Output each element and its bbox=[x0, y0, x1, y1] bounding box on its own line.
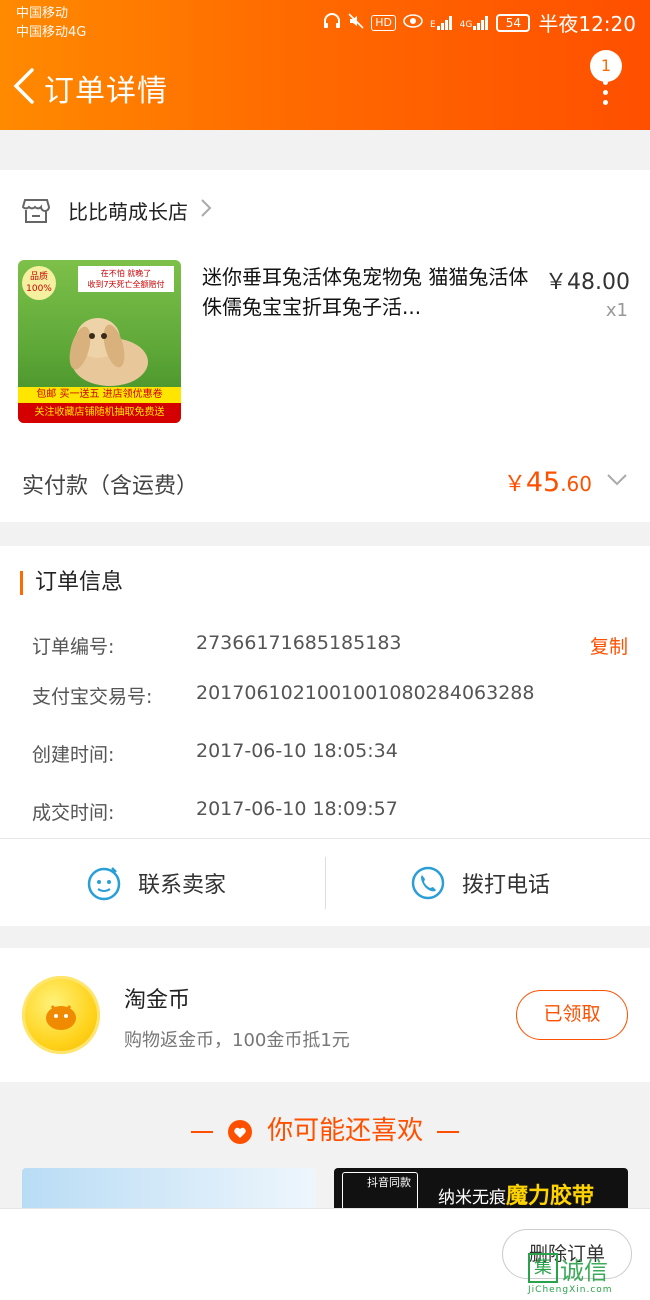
coin-subtitle: 购物返金币，100金币抵1元 bbox=[124, 1030, 350, 1051]
image-promo-2: 关注收藏店铺随机抽取免费送 bbox=[18, 403, 181, 423]
contact-seller-button[interactable]: 联系卖家 bbox=[86, 839, 226, 927]
quality-tag: 品质100% bbox=[22, 266, 56, 300]
shop-link[interactable]: 比比萌成长店 bbox=[22, 196, 212, 225]
mute-icon bbox=[348, 12, 364, 33]
carrier-info: 中国移动 中国移动4G bbox=[16, 4, 86, 42]
order-info-title: 订单信息 bbox=[20, 571, 123, 595]
deal-time-label: 成交时间: bbox=[32, 802, 115, 824]
shop-name: 比比萌成长店 bbox=[68, 200, 188, 224]
chevron-right-icon bbox=[200, 198, 212, 224]
alipay-trade-value: 2017061021001001080284063288 bbox=[196, 682, 535, 704]
order-number-label: 订单编号: bbox=[32, 636, 115, 658]
more-dots-icon bbox=[603, 80, 608, 110]
watermark: 集 诚信 JiChengXin.com bbox=[528, 1253, 644, 1299]
recommend-item-1[interactable] bbox=[22, 1168, 316, 1210]
douyin-tag: 抖音同款 bbox=[342, 1172, 418, 1210]
coin-title: 淘金币 bbox=[124, 988, 191, 1013]
carrier-1: 中国移动 bbox=[16, 6, 69, 21]
call-phone-label: 拨打电话 bbox=[462, 873, 551, 898]
bottom-action-bar: 删除订单 集 诚信 JiChengXin.com bbox=[0, 1208, 650, 1300]
recommend-section: 你可能还喜欢 抖音同款 纳米无痕魔力胶带 bbox=[0, 1100, 650, 1210]
chevron-left-icon bbox=[13, 68, 34, 104]
expand-chevron-icon[interactable] bbox=[606, 472, 628, 486]
contact-actions: 联系卖家 拨打电话 bbox=[0, 838, 650, 926]
order-info-card: 订单信息 订单编号: 27366171685185183 复制 支付宝交易号: … bbox=[0, 546, 650, 838]
battery-icon: 54 bbox=[496, 13, 531, 32]
app-header: 中国移动 中国移动4G HD E 4G 54 半夜12:20 订单详情 1 bbox=[0, 0, 650, 130]
signal-icon-1: E bbox=[430, 15, 453, 30]
claimed-button[interactable]: 已领取 bbox=[516, 990, 628, 1040]
payment-label: 实付款（含运费） bbox=[22, 474, 199, 499]
product-quantity: x1 bbox=[605, 300, 628, 321]
watermark-url: JiChengXin.com bbox=[528, 1285, 613, 1295]
heart-icon bbox=[227, 1119, 252, 1144]
created-time-label: 创建时间: bbox=[32, 744, 115, 766]
created-time-value: 2017-06-10 18:05:34 bbox=[196, 740, 398, 762]
product-price: ￥48.00 bbox=[545, 270, 630, 295]
recommend-title: 你可能还喜欢 bbox=[0, 1110, 650, 1147]
phone-icon bbox=[411, 866, 445, 900]
more-menu-button[interactable]: 1 bbox=[590, 50, 630, 106]
copy-button[interactable]: 复制 bbox=[590, 632, 628, 659]
status-icons: HD E 4G 54 bbox=[323, 12, 531, 33]
rabbit-image bbox=[69, 318, 148, 386]
deal-time-value: 2017-06-10 18:09:57 bbox=[196, 798, 398, 820]
alipay-trade-label: 支付宝交易号: bbox=[32, 686, 153, 708]
recommend-item-2-text: 纳米无痕魔力胶带 bbox=[438, 1184, 595, 1209]
chat-face-icon bbox=[87, 867, 121, 901]
back-button[interactable] bbox=[10, 66, 38, 106]
headphone-icon bbox=[323, 12, 341, 33]
recommend-item-2[interactable]: 抖音同款 纳米无痕魔力胶带 bbox=[334, 1168, 628, 1210]
gold-coin-icon bbox=[22, 976, 100, 1054]
order-number-value: 27366171685185183 bbox=[196, 632, 402, 654]
product-image[interactable]: 品质100% 在不怕 就晚了 收到7天死亡全额赔付 包邮 买一送五 进店领优惠卷… bbox=[18, 260, 181, 423]
image-guarantee-text: 在不怕 就晚了 收到7天死亡全额赔付 bbox=[78, 266, 174, 292]
clock: 半夜12:20 bbox=[538, 12, 636, 36]
payment-amount: ￥45.60 bbox=[503, 467, 592, 498]
image-promo-1: 包邮 买一送五 进店领优惠卷 bbox=[18, 387, 181, 403]
store-icon bbox=[22, 198, 50, 223]
signal-icon-2: 4G bbox=[460, 15, 490, 30]
product-title[interactable]: 迷你垂耳兔活体兔宠物兔 猫猫兔活体侏儒兔宝宝折耳兔子活... bbox=[202, 262, 532, 322]
page-title: 订单详情 bbox=[44, 74, 168, 109]
eye-icon bbox=[403, 13, 423, 32]
order-item-card: 比比萌成长店 品质100% 在不怕 就晚了 收到7天死亡全额赔付 包邮 买一送五… bbox=[0, 170, 650, 522]
hd-icon: HD bbox=[371, 14, 396, 31]
contact-seller-label: 联系卖家 bbox=[138, 873, 227, 898]
status-bar-right: HD E 4G 54 半夜12:20 bbox=[323, 8, 636, 37]
call-phone-button[interactable]: 拨打电话 bbox=[410, 839, 550, 927]
action-divider bbox=[325, 857, 326, 909]
watermark-text: 诚信 bbox=[560, 1257, 608, 1285]
watermark-logo: 集 bbox=[528, 1253, 558, 1283]
notification-badge: 1 bbox=[590, 50, 622, 82]
carrier-2: 中国移动4G bbox=[16, 25, 87, 40]
taojinbi-card: 淘金币 购物返金币，100金币抵1元 已领取 bbox=[0, 948, 650, 1082]
